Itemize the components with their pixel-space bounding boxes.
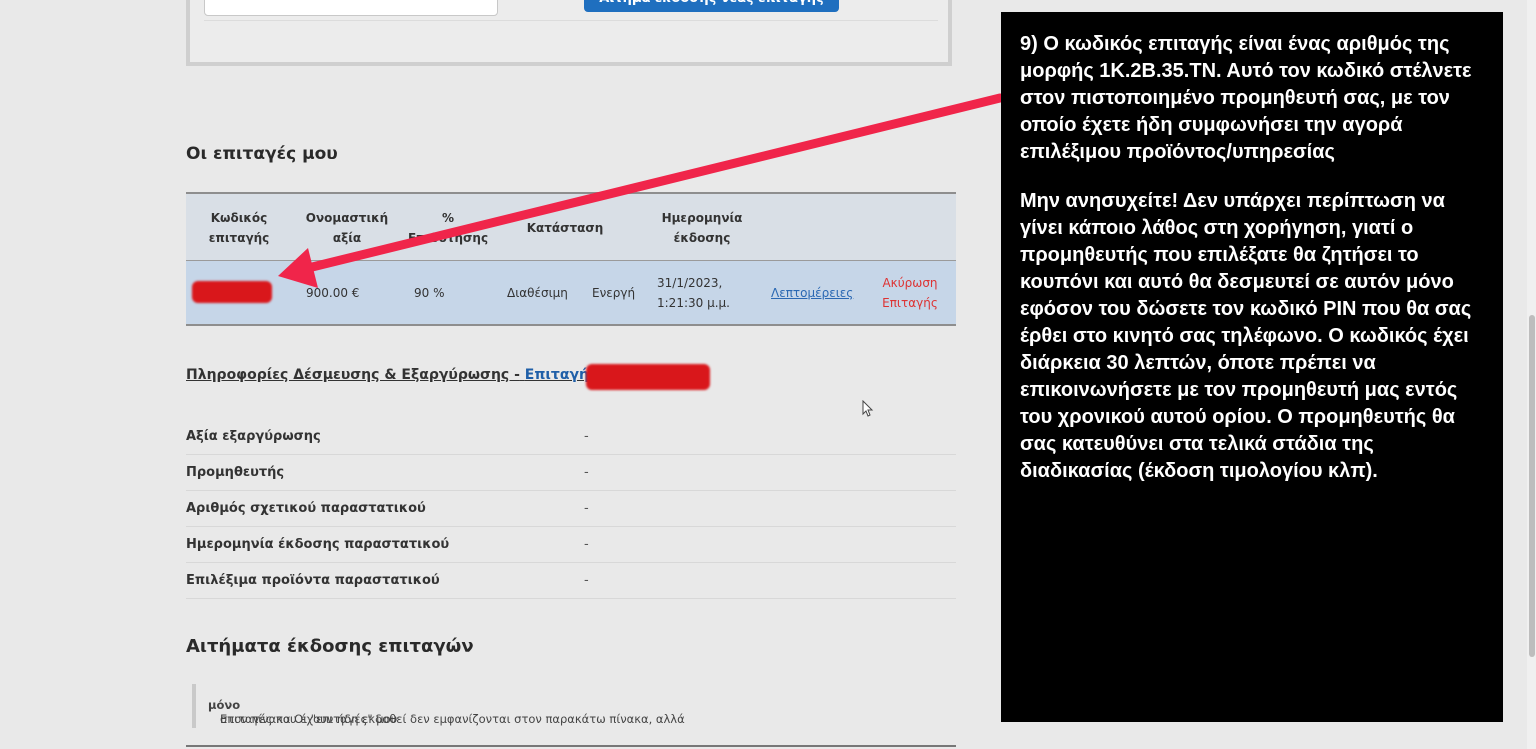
tutorial-overlay: 9) Ο κωδικός επιταγής είναι ένας αριθμός… [1001,12,1503,722]
overlay-paragraph-1: 9) Ο κωδικός επιταγής είναι ένας αριθμός… [1020,33,1472,163]
scrollbar-thumb[interactable] [1529,315,1535,657]
overlay-paragraph-2: Μην ανησυχείτε! Δεν υπάρχει περίπτωση να… [1020,190,1472,482]
